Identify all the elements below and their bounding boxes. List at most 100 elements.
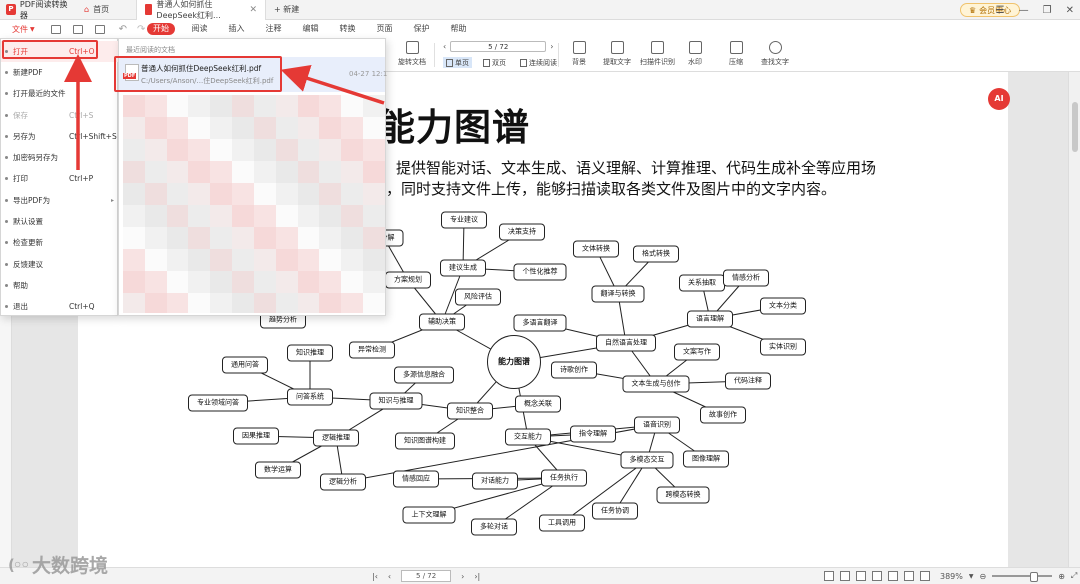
single-page-view-icon[interactable] [824, 571, 834, 581]
blur-cell [341, 205, 364, 227]
blur-cell [275, 117, 298, 139]
view-continuous-button[interactable]: 连续阅读 [517, 57, 560, 68]
find-text-button[interactable]: 查找文字 [761, 41, 789, 67]
file-menu-item-save-as[interactable]: 另存为 Ctrl+Shift+S [1, 126, 118, 147]
tab-start[interactable]: 开始 [147, 23, 175, 35]
blur-cell [297, 293, 320, 313]
blur-cell [319, 249, 342, 271]
mindmap-node: 指令理解 [570, 425, 616, 443]
tab-insert[interactable]: 插入 [218, 23, 255, 35]
tab-convert[interactable]: 转换 [329, 23, 366, 35]
save-icon[interactable] [72, 24, 83, 34]
tab-edit[interactable]: 编辑 [292, 23, 329, 35]
tab-annotate[interactable]: 注释 [255, 23, 292, 35]
next-page-icon[interactable]: › [550, 42, 553, 51]
tab-help[interactable]: 帮助 [440, 23, 477, 35]
view-double-button[interactable]: 双页 [480, 57, 509, 68]
new-tab-button[interactable]: + 新建 [266, 0, 307, 20]
file-menu-item-export-pdf[interactable]: 导出PDF为 ▸ [1, 190, 118, 211]
blur-cell [144, 183, 167, 205]
file-menu-item-save[interactable]: 保存 Ctrl+S [1, 105, 118, 126]
file-menu-item-feedback[interactable]: 反馈建议 [1, 254, 118, 275]
tab-document[interactable]: 普通人如何抓住DeepSeek红利... ✕ [136, 0, 266, 20]
continuous-view-icon[interactable] [856, 571, 866, 581]
file-menu: 打开 Ctrl+O 新建PDF 打开最近的文件 保存 Ctrl+S 另存为 Ctrl+Shif… [0, 38, 118, 316]
rotate-document-button[interactable]: 旋转文档 [398, 41, 426, 67]
save-with-password-icon [5, 156, 8, 159]
blur-cell [210, 183, 233, 205]
restore-icon[interactable]: ❐ [1043, 5, 1052, 16]
zoom-in-icon[interactable]: ⊕ [1058, 572, 1065, 581]
file-menu-item-shortcut: Ctrl+Shift+S [69, 132, 117, 141]
file-menu-item-save-with-password[interactable]: 加密码另存为 [1, 147, 118, 168]
prev-page-icon[interactable]: ‹ [443, 42, 446, 51]
open-folder-icon[interactable] [50, 24, 61, 34]
tab-page[interactable]: 页面 [366, 23, 403, 35]
redo-icon[interactable]: ↷ [137, 24, 145, 35]
blur-cell [253, 95, 276, 117]
background-button[interactable]: 背景 [572, 41, 586, 67]
mindmap-node: 上下文理解 [402, 506, 456, 524]
next-page-icon[interactable]: › [461, 572, 464, 581]
actual-size-icon[interactable] [904, 571, 914, 581]
fullscreen-icon[interactable] [920, 571, 930, 581]
tab-read[interactable]: 阅读 [181, 23, 218, 35]
blurred-row [123, 227, 385, 249]
ai-assistant-button[interactable]: AI [988, 88, 1010, 110]
double-page-icon [483, 58, 490, 67]
view-single-button[interactable]: 单页 [443, 57, 472, 68]
file-menu-item-print[interactable]: 打印 Ctrl+P [1, 168, 118, 189]
file-menu-item-default-settings[interactable]: 默认设置 [1, 211, 118, 232]
mindmap-center-node: 能力图谱 [487, 335, 541, 389]
status-view-controls: 389% ▼ ⊖ ⊕ ⤢ [824, 571, 1077, 582]
ocr-button[interactable]: 扫描件识别 [640, 41, 675, 67]
watermark-button[interactable]: 水印 [688, 41, 702, 67]
prev-page-icon[interactable]: ‹ [388, 572, 391, 581]
file-menu-item-check-updates[interactable]: 检查更新 [1, 232, 118, 253]
vertical-scrollbar[interactable] [1068, 72, 1080, 567]
fit-page-icon[interactable] [888, 571, 898, 581]
tab-protect[interactable]: 保护 [403, 23, 440, 35]
mindmap-node: 情感分析 [723, 269, 769, 287]
last-page-icon[interactable]: ›| [474, 572, 480, 581]
zoom-slider[interactable] [992, 572, 1053, 582]
submenu-arrow-icon: ▸ [111, 197, 115, 204]
blur-cell [232, 205, 254, 227]
zoom-out-icon[interactable]: ⊖ [980, 572, 987, 581]
compress-button[interactable]: 压缩 [729, 41, 743, 67]
fit-width-icon[interactable] [872, 571, 882, 581]
blur-cell [123, 227, 145, 249]
expand-icon[interactable]: ⤢ [1071, 571, 1077, 581]
menu-icon[interactable]: ☰ [996, 5, 1005, 16]
print-icon[interactable] [94, 24, 105, 34]
blur-cell [144, 139, 167, 161]
page-navigator: ‹ 5 / 72 › [443, 41, 553, 52]
extract-text-button[interactable]: 提取文字 [603, 41, 631, 67]
first-page-icon[interactable]: |‹ [372, 572, 378, 581]
blur-cell [210, 249, 233, 271]
status-page-input[interactable]: 5 / 72 [401, 570, 452, 582]
zoom-value[interactable]: 389% [940, 572, 963, 581]
minimize-icon[interactable]: — [1019, 5, 1029, 16]
extract-text-icon [610, 41, 624, 54]
file-menu-item-new-pdf[interactable]: 新建PDF [1, 62, 118, 83]
blur-cell [144, 271, 167, 293]
chevron-down-icon[interactable]: ▼ [969, 573, 974, 580]
scrollbar-thumb[interactable] [1072, 102, 1078, 152]
watermark: (◦◦ 大数跨境 [8, 551, 108, 578]
file-menu-item-open-recent[interactable]: 打开最近的文件 [1, 83, 118, 104]
mindmap-node: 多轮对话 [471, 518, 517, 536]
double-page-view-icon[interactable] [840, 571, 850, 581]
undo-icon[interactable]: ↶ [119, 24, 127, 35]
status-bar: |‹ ‹ 5 / 72 › ›| 389% ▼ ⊖ ⊕ ⤢ [0, 567, 1080, 584]
file-menu-item-exit[interactable]: 退出 Ctrl+Q [1, 296, 118, 317]
close-tab-icon[interactable]: ✕ [249, 5, 257, 15]
mindmap-node: 专业建议 [441, 211, 487, 229]
file-menu-button[interactable]: 文件 ▼ [8, 23, 39, 36]
mindmap-node: 建议生成 [440, 259, 486, 277]
mindmap-node: 文本生成与创作 [622, 375, 690, 393]
close-window-icon[interactable]: ✕ [1066, 5, 1074, 16]
page-input[interactable]: 5 / 72 [450, 41, 547, 52]
tab-home[interactable]: ⌂ 首页 [76, 0, 136, 20]
file-menu-item-help[interactable]: 帮助 [1, 275, 118, 296]
